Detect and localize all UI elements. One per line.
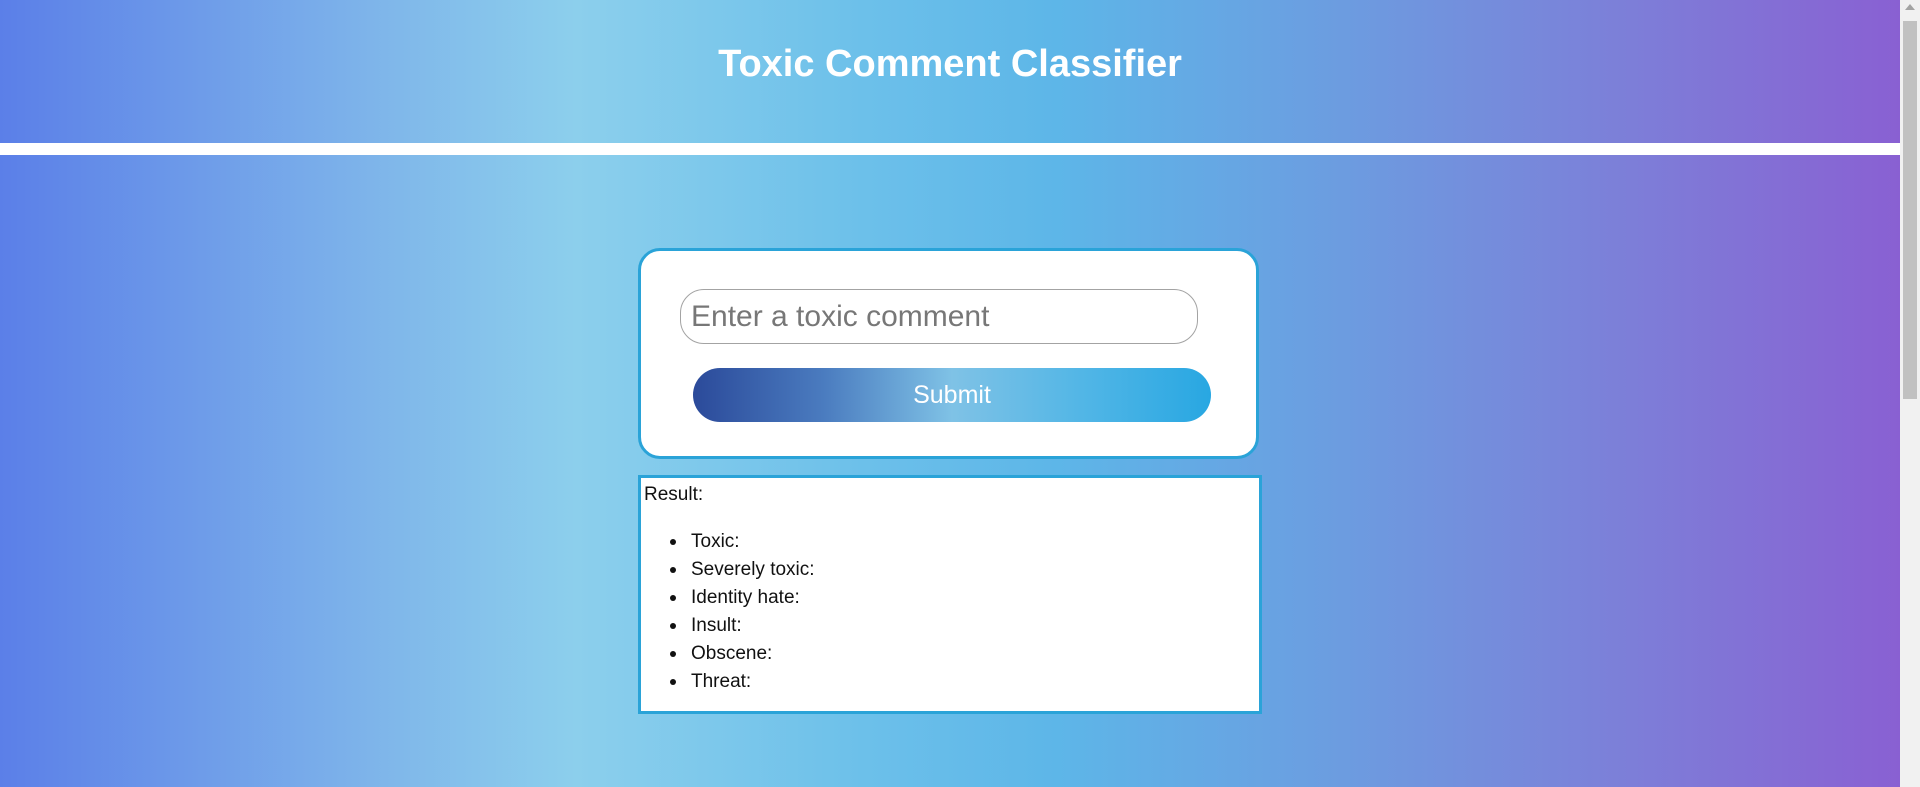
scroll-up-arrow-icon[interactable] <box>1905 4 1915 10</box>
bullet-icon <box>670 623 676 629</box>
vertical-scrollbar[interactable] <box>1900 0 1920 787</box>
header: Toxic Comment Classifier <box>0 0 1900 143</box>
result-item-severely-toxic: Severely toxic: <box>670 556 815 584</box>
result-item-label: Severely toxic: <box>691 559 815 580</box>
bullet-icon <box>670 567 676 573</box>
header-divider <box>0 143 1900 155</box>
comment-form-card: Submit <box>638 248 1259 459</box>
result-item-identity-hate: Identity hate: <box>670 584 815 612</box>
bullet-icon <box>670 539 676 545</box>
result-item-insult: Insult: <box>670 612 815 640</box>
scrollbar-thumb[interactable] <box>1903 21 1917 399</box>
bullet-icon <box>670 679 676 685</box>
page-title: Toxic Comment Classifier <box>718 43 1182 85</box>
submit-button[interactable]: Submit <box>693 368 1211 422</box>
result-item-label: Identity hate: <box>691 587 800 608</box>
result-item-obscene: Obscene: <box>670 640 815 668</box>
bullet-icon <box>670 651 676 657</box>
result-item-toxic: Toxic: <box>670 528 815 556</box>
result-item-label: Insult: <box>691 615 742 636</box>
comment-input[interactable] <box>680 289 1198 344</box>
page: Toxic Comment Classifier Submit Result: … <box>0 0 1900 787</box>
result-list: Toxic: Severely toxic: Identity hate: In… <box>670 528 815 696</box>
bullet-icon <box>670 595 676 601</box>
result-item-label: Toxic: <box>691 531 740 552</box>
result-item-threat: Threat: <box>670 668 815 696</box>
result-panel: Result: Toxic: Severely toxic: Identity … <box>638 475 1262 714</box>
result-item-label: Obscene: <box>691 643 773 664</box>
result-label: Result: <box>644 484 704 505</box>
result-item-label: Threat: <box>691 671 752 692</box>
